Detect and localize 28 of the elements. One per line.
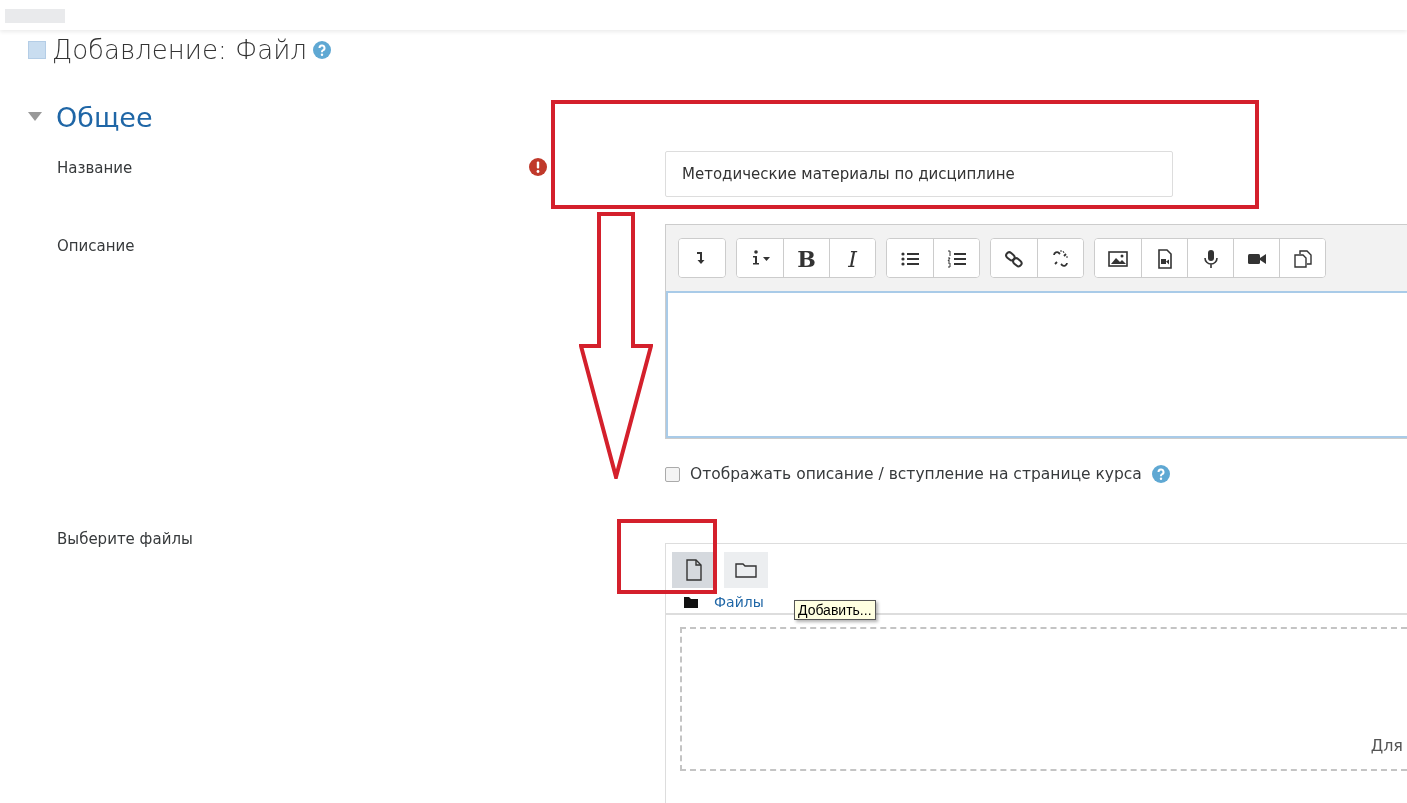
toolbar-button[interactable] <box>1279 239 1325 277</box>
field-label: Описание <box>56 236 136 256</box>
path-link[interactable]: Файлы <box>714 594 764 610</box>
help-icon <box>313 41 331 59</box>
numbered-list-icon <box>946 249 967 269</box>
field-label: Название <box>56 158 134 178</box>
name-input-field[interactable]: Методические материалы по дисциплине <box>665 151 1173 197</box>
square-icon <box>28 41 46 59</box>
field-label: Выберите файлы <box>56 529 194 549</box>
tooltip: Добавить... <box>794 600 876 620</box>
copy-icon <box>1292 249 1313 269</box>
toolbar-button[interactable] <box>933 239 979 277</box>
link-icon <box>1004 249 1024 269</box>
checkbox-label: Отображать описание / вступление на странице курса <box>690 465 1142 483</box>
section-title[interactable]: Общее <box>56 101 153 133</box>
unlink-icon <box>1050 249 1071 269</box>
drop-zone[interactable]: Для <box>680 627 1407 771</box>
help-icon <box>1151 465 1170 483</box>
page-title: Добавление: Файл <box>52 35 307 65</box>
file-icon <box>684 559 704 581</box>
checkbox[interactable] <box>665 466 680 482</box>
image-icon <box>1108 249 1128 269</box>
format-button[interactable]: I <box>829 239 875 277</box>
add-file-button[interactable] <box>672 552 716 588</box>
folder-icon <box>735 561 757 579</box>
drop-hint: Для <box>1370 736 1403 755</box>
folder-icon <box>684 596 698 608</box>
create-folder-button[interactable] <box>724 552 768 588</box>
